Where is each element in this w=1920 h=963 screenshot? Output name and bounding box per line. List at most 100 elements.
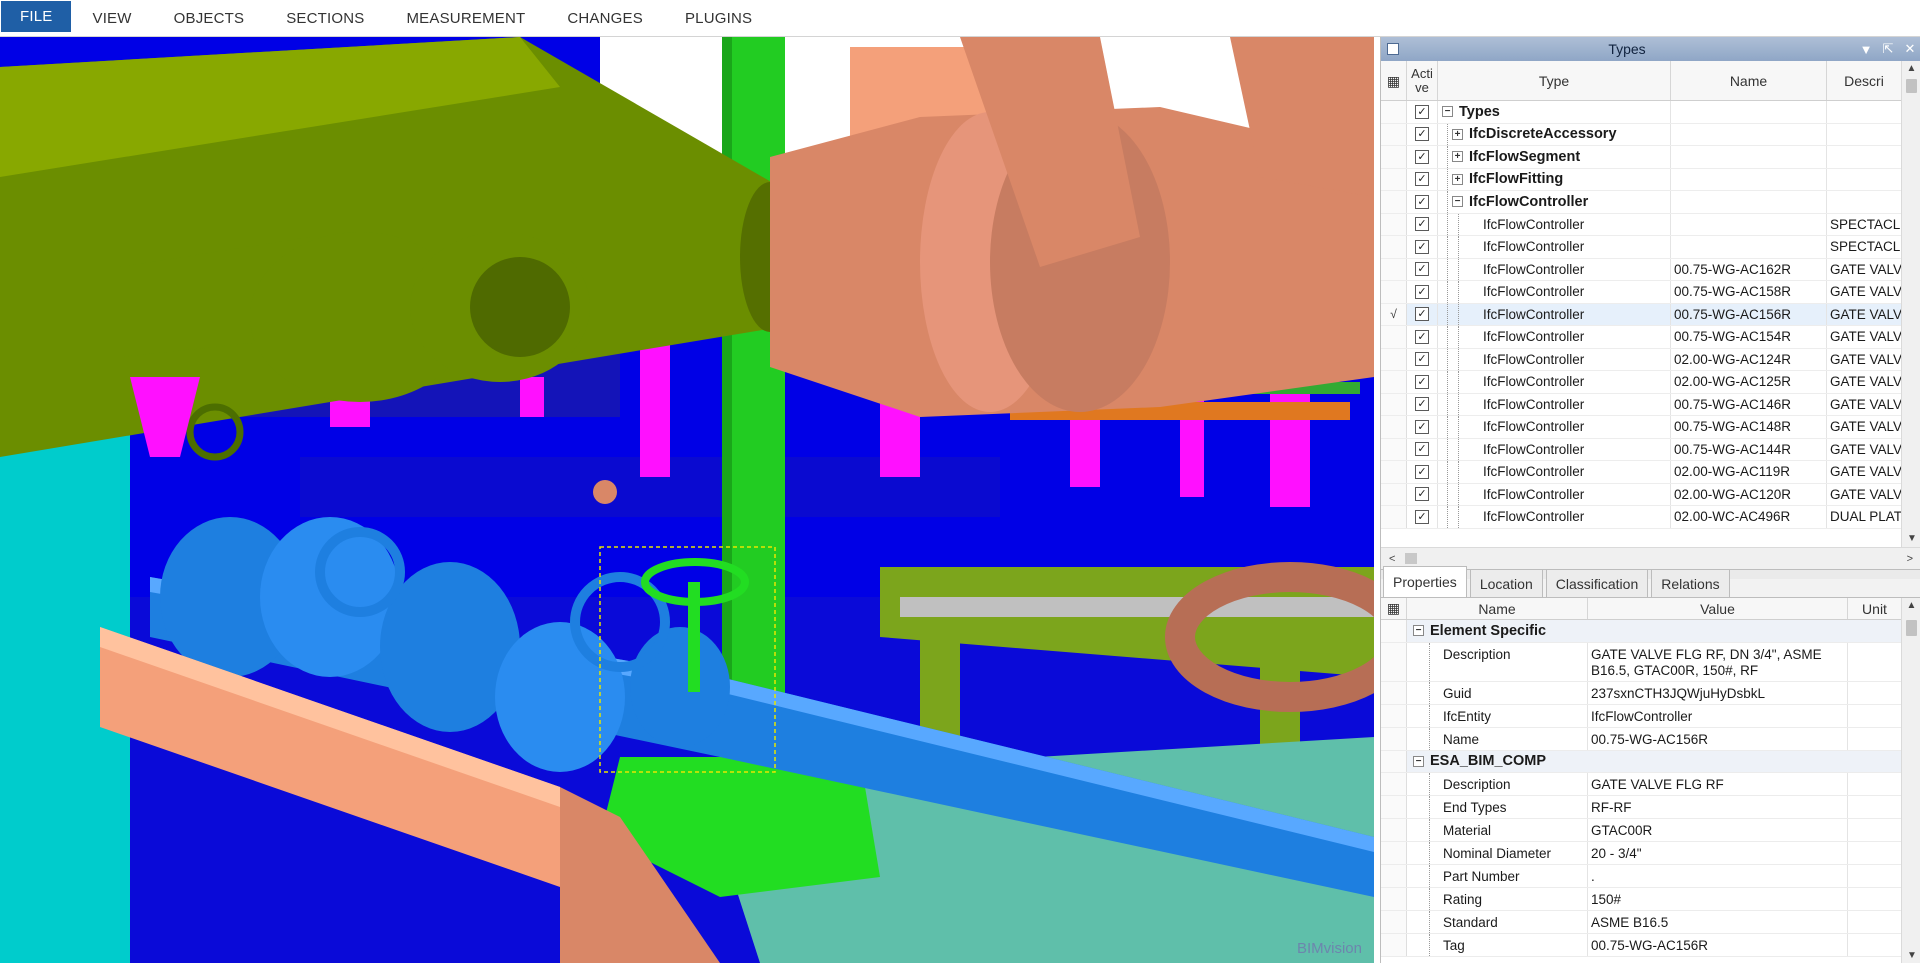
active-checkbox[interactable]: ✓ bbox=[1415, 509, 1429, 524]
collapse-icon[interactable]: − bbox=[1452, 196, 1463, 208]
active-checkbox[interactable]: ✓ bbox=[1415, 464, 1429, 479]
scroll-thumb[interactable] bbox=[1906, 620, 1917, 636]
types-grid[interactable]: ▦ Acti ve Type Name Descri ✓ − Types ✓ + IfcD… bbox=[1381, 61, 1920, 570]
row-selector[interactable] bbox=[1381, 213, 1407, 235]
active-checkbox[interactable]: ✓ bbox=[1415, 374, 1429, 389]
pin-icon[interactable]: ⇱ bbox=[1877, 41, 1899, 57]
expand-icon[interactable]: + bbox=[1452, 151, 1463, 163]
menu-changes[interactable]: CHANGES bbox=[546, 0, 664, 36]
row-selector[interactable] bbox=[1381, 191, 1407, 213]
active-checkbox[interactable]: ✓ bbox=[1415, 352, 1429, 367]
property-value[interactable]: GATE VALVE FLG RF, DN 3/4", ASME B16.5, … bbox=[1588, 642, 1848, 681]
hscroll-thumb[interactable] bbox=[1405, 553, 1417, 564]
property-row[interactable]: Description GATE VALVE FLG RF bbox=[1381, 773, 1901, 796]
property-row[interactable]: End Types RF-RF bbox=[1381, 796, 1901, 819]
property-value[interactable]: 00.75-WG-AC156R bbox=[1588, 727, 1848, 750]
row-selector[interactable] bbox=[1381, 483, 1407, 505]
menu-plugins[interactable]: PLUGINS bbox=[664, 0, 773, 36]
active-checkbox[interactable]: ✓ bbox=[1415, 397, 1429, 412]
menu-measurement[interactable]: MEASUREMENT bbox=[385, 0, 546, 36]
row-selector[interactable] bbox=[1381, 326, 1407, 348]
tab-relations[interactable]: Relations bbox=[1651, 569, 1730, 597]
property-value[interactable]: 237sxnCTH3JQWjuHyDsbkL bbox=[1588, 681, 1848, 704]
row-selector[interactable] bbox=[1381, 371, 1407, 393]
column-name[interactable]: Name bbox=[1671, 61, 1827, 100]
table-row[interactable]: ✓ IfcFlowController SPECTACLE B bbox=[1381, 236, 1901, 259]
active-checkbox[interactable]: ✓ bbox=[1415, 487, 1429, 502]
property-value[interactable]: 20 - 3/4" bbox=[1588, 842, 1848, 864]
scroll-up-icon[interactable]: ▲ bbox=[1902, 598, 1920, 614]
row-selector[interactable] bbox=[1381, 146, 1407, 168]
row-selector[interactable] bbox=[1381, 416, 1407, 438]
table-row[interactable]: ✓ + IfcDiscreteAccessory bbox=[1381, 123, 1901, 146]
row-selector[interactable] bbox=[1381, 168, 1407, 190]
property-row[interactable]: Standard ASME B16.5 bbox=[1381, 911, 1901, 934]
table-row[interactable]: ✓ IfcFlowController 02.00-WG-AC125R GATE VA… bbox=[1381, 371, 1901, 394]
row-selector[interactable] bbox=[1381, 506, 1407, 528]
property-value[interactable]: 00.75-WG-AC156R bbox=[1588, 934, 1848, 956]
row-selector[interactable] bbox=[1381, 258, 1407, 280]
active-checkbox[interactable]: ✓ bbox=[1415, 329, 1429, 344]
property-row[interactable]: IfcEntity IfcFlowController bbox=[1381, 704, 1901, 728]
property-row[interactable]: Description GATE VALVE FLG RF, DN 3/4", A… bbox=[1381, 642, 1901, 682]
column-active[interactable]: Acti ve bbox=[1407, 61, 1438, 100]
row-selector[interactable] bbox=[1381, 438, 1407, 460]
property-row[interactable]: Material GTAC00R bbox=[1381, 819, 1901, 842]
active-checkbox[interactable]: ✓ bbox=[1415, 104, 1429, 119]
table-row[interactable]: ✓ IfcFlowController 02.00-WG-AC124R GATE VA… bbox=[1381, 348, 1901, 371]
active-checkbox[interactable]: ✓ bbox=[1415, 127, 1429, 142]
types-vertical-scrollbar[interactable]: ▲ ▼ bbox=[1901, 61, 1920, 547]
row-selector[interactable] bbox=[1381, 393, 1407, 415]
active-checkbox[interactable]: ✓ bbox=[1415, 217, 1429, 232]
table-row[interactable]: ✓ IfcFlowController 00.75-WG-AC144R GATE VA… bbox=[1381, 438, 1901, 461]
menu-view[interactable]: VIEW bbox=[71, 0, 152, 36]
row-selector[interactable] bbox=[1381, 101, 1407, 123]
property-value[interactable]: RF-RF bbox=[1588, 796, 1848, 818]
row-selector[interactable] bbox=[1381, 281, 1407, 303]
expand-icon[interactable]: + bbox=[1452, 128, 1463, 140]
property-row[interactable]: Rating 150# bbox=[1381, 888, 1901, 911]
property-value[interactable]: IfcFlowController bbox=[1588, 704, 1848, 727]
properties-vertical-scrollbar[interactable]: ▲ ▼ bbox=[1901, 598, 1920, 963]
column-prop-value[interactable]: Value bbox=[1588, 598, 1848, 619]
tab-properties[interactable]: Properties bbox=[1383, 566, 1467, 597]
3d-viewport[interactable]: BIMvision bbox=[0, 37, 1374, 963]
tab-location[interactable]: Location bbox=[1469, 569, 1543, 597]
property-row[interactable]: Tag 00.75-WG-AC156R bbox=[1381, 934, 1901, 957]
scroll-down-icon[interactable]: ▼ bbox=[1902, 531, 1920, 547]
property-row[interactable]: Part Number. bbox=[1381, 865, 1901, 888]
property-row[interactable]: Nominal Diameter 20 - 3/4" bbox=[1381, 842, 1901, 865]
table-row[interactable]: ✓ + IfcFlowSegment bbox=[1381, 146, 1901, 169]
property-value[interactable]: 150# bbox=[1588, 888, 1848, 910]
table-row[interactable]: ✓ IfcFlowController 02.00-WC-AC496R DUAL PL… bbox=[1381, 506, 1901, 529]
active-checkbox[interactable]: ✓ bbox=[1415, 194, 1429, 209]
active-checkbox[interactable]: ✓ bbox=[1415, 262, 1429, 277]
table-row[interactable]: ✓ − IfcFlowController bbox=[1381, 191, 1901, 214]
column-prop-name[interactable]: Name bbox=[1407, 598, 1588, 619]
property-value[interactable]: GATE VALVE FLG RF bbox=[1588, 773, 1848, 795]
menu-sections[interactable]: SECTIONS bbox=[265, 0, 385, 36]
active-checkbox[interactable]: ✓ bbox=[1415, 307, 1429, 322]
table-row[interactable]: ✓ IfcFlowController 02.00-WG-AC119R GATE VA… bbox=[1381, 461, 1901, 484]
model-render[interactable] bbox=[0, 37, 1374, 963]
column-type[interactable]: Type bbox=[1438, 61, 1671, 100]
property-group[interactable]: − ESA_BIM_COMP bbox=[1381, 750, 1901, 773]
properties-grid[interactable]: ▦ Name Value Unit − Element Specific Descr… bbox=[1381, 597, 1920, 963]
collapse-icon[interactable]: − bbox=[1413, 625, 1424, 637]
row-selector[interactable] bbox=[1381, 348, 1407, 370]
table-row[interactable]: ✓ IfcFlowController 00.75-WG-AC162R GATE VA… bbox=[1381, 258, 1901, 281]
property-row[interactable]: Name 00.75-WG-AC156R bbox=[1381, 727, 1901, 751]
column-description[interactable]: Descri bbox=[1827, 61, 1901, 100]
active-checkbox[interactable]: ✓ bbox=[1415, 419, 1429, 434]
properties-column-chooser-icon[interactable]: ▦ bbox=[1381, 598, 1407, 619]
active-checkbox[interactable]: ✓ bbox=[1415, 239, 1429, 254]
collapse-icon[interactable]: − bbox=[1442, 106, 1453, 118]
dropdown-icon[interactable]: ▼ bbox=[1855, 42, 1877, 57]
row-selector[interactable] bbox=[1381, 236, 1407, 258]
table-row[interactable]: ✓ IfcFlowController 00.75-WG-AC146R GATE VA… bbox=[1381, 393, 1901, 416]
collapse-icon[interactable]: − bbox=[1413, 755, 1424, 767]
table-row[interactable]: ✓ IfcFlowController 02.00-WG-AC120R GATE VA… bbox=[1381, 483, 1901, 506]
property-value[interactable]: . bbox=[1588, 865, 1848, 887]
menu-objects[interactable]: OBJECTS bbox=[153, 0, 266, 36]
table-row[interactable]: √ ✓ IfcFlowController 00.75-WG-AC156R GATE V… bbox=[1381, 303, 1901, 326]
